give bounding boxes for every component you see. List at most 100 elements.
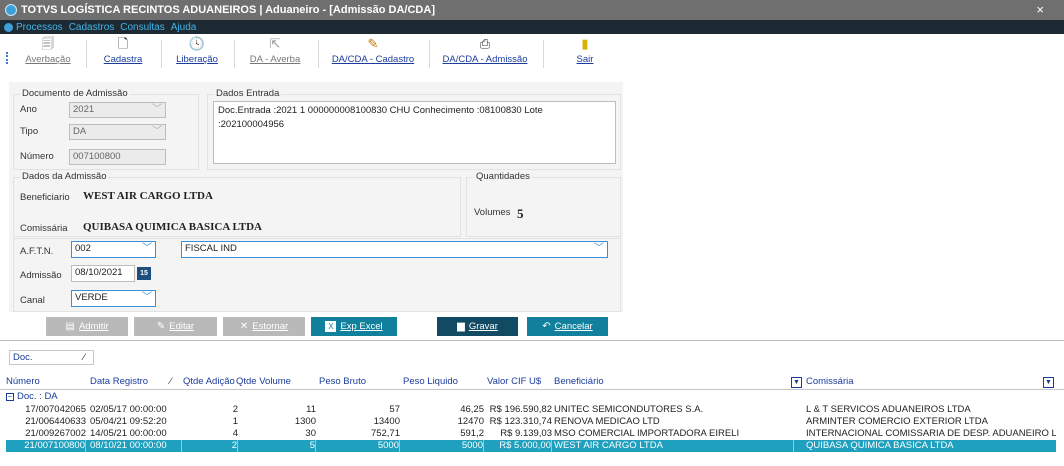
canal-select[interactable]: VERDE ﹀ xyxy=(71,290,156,307)
cell-qtde-adicao: 1 xyxy=(232,416,238,427)
cell-qtde-volume: 5 xyxy=(238,440,316,452)
cell-peso-bruto: 13400 xyxy=(373,416,400,427)
col-data-registro[interactable]: Data Registro xyxy=(90,376,148,389)
menu-ajuda[interactable]: Ajuda xyxy=(171,22,197,33)
tipo-select[interactable]: DA ﹀ xyxy=(69,124,166,140)
numero-field[interactable]: 007100800 xyxy=(69,149,166,165)
beneficiario-label: Beneficiario xyxy=(20,192,70,203)
cancelar-button[interactable]: ↶ Cancelar xyxy=(527,317,608,336)
gravar-button[interactable]: ▆ Gravar xyxy=(437,317,518,336)
averbacao-button[interactable]: 🗐 Averbação xyxy=(24,36,72,72)
dados-entrada-text: Doc.Entrada :2021 1 000000008100830 CHU … xyxy=(213,101,616,164)
admissao-label: Admissão xyxy=(20,270,62,281)
close-icon[interactable]: × xyxy=(1036,2,1044,17)
volumes-value: 5 xyxy=(517,206,524,221)
col-peso-bruto[interactable]: Peso Bruto xyxy=(319,376,366,389)
cell-beneficiario: MSO COMERCIAL IMPORTADORA EIRELI xyxy=(554,428,740,439)
admissao-date-input[interactable]: 08/10/2021 xyxy=(71,265,135,282)
export-icon: ⇱ xyxy=(269,36,281,51)
globe-icon xyxy=(4,22,13,32)
cell-qtde-adicao: 2 xyxy=(182,440,238,452)
clock-icon: 🕓 xyxy=(188,36,206,51)
chevron-down-icon: ﹀ xyxy=(142,243,152,254)
filter-icon[interactable]: ▼ xyxy=(1043,377,1054,388)
exp-excel-button[interactable]: X Exp Excel xyxy=(311,317,397,336)
chevron-down-icon: ﹀ xyxy=(594,243,604,254)
cell-qtde-volume: 30 xyxy=(305,428,316,439)
excel-icon: X xyxy=(325,321,337,332)
col-beneficiario[interactable]: Beneficiário xyxy=(554,376,604,389)
cell-beneficiario: UNITEC SEMICONDUTORES S.A. xyxy=(554,404,704,415)
da-averba-button[interactable]: ⇱ DA - Averba xyxy=(246,36,304,72)
cell-valor-cif: R$ 123.310,74 xyxy=(489,416,552,427)
menu-cadastros[interactable]: Cadastros xyxy=(69,22,115,33)
cell-qtde-volume: 11 xyxy=(306,404,316,415)
cross-icon: ✕ xyxy=(239,321,249,332)
edit-doc-icon: ✎ xyxy=(367,36,379,51)
cell-valor-cif: R$ 9.139,03 xyxy=(500,428,552,439)
save-icon: ▆ xyxy=(457,321,465,332)
col-valor-cif[interactable]: Valor CIF U$ xyxy=(487,376,541,389)
menu-consultas[interactable]: Consultas xyxy=(120,22,164,33)
sair-button[interactable]: ▮ Sair xyxy=(570,36,600,72)
cell-peso-liquido: 5000 xyxy=(400,440,484,452)
cell-valor-cif: R$ 5.000,00 xyxy=(484,440,552,452)
cell-beneficiario: RENOVA MEDICAO LTD xyxy=(554,416,660,427)
cell-peso-liquido: 12470 xyxy=(457,416,484,427)
table-row[interactable]: 21/007100800 08/10/21 00:00:00 2 5 5000 5000 R… xyxy=(6,440,1056,452)
calendar-icon[interactable]: 15 xyxy=(137,267,151,280)
cell-qtde-volume: 1300 xyxy=(294,416,316,427)
admitir-button[interactable]: ▤ Admitir xyxy=(46,317,128,336)
cell-comissaria: QUIBASA QUIMICA BASICA LTDA xyxy=(806,440,954,451)
table-row[interactable]: 21/006440633 05/04/21 09:52:20 1 1300 13400 1… xyxy=(6,416,1056,428)
chevron-down-icon: ﹀ xyxy=(152,104,162,115)
cell-data-registro: 14/05/21 00:00:00 xyxy=(90,428,167,439)
menu-bar: Processos Cadastros Consultas Ajuda xyxy=(0,20,1064,34)
da-cda-cadastro-button[interactable]: ✎ DA/CDA - Cadastro xyxy=(330,36,416,72)
cell-numero: 21/007100800 xyxy=(6,440,86,452)
numero-label: Número xyxy=(20,151,54,162)
comissaria-value: QUIBASA QUIMICA BASICA LTDA xyxy=(83,221,263,233)
chevron-down-icon: ﹀ xyxy=(152,126,162,137)
admissao-legend: Dados da Admissão xyxy=(20,171,109,182)
toolbar: 🗐 Averbação 🗋 Cadastra 🕓 Liberação ⇱ DA … xyxy=(0,34,1064,74)
collapse-icon[interactable]: − xyxy=(6,393,14,401)
cell-qtde-adicao: 4 xyxy=(232,428,238,439)
cell-numero: 21/009267002 xyxy=(25,428,86,439)
dados-entrada-legend: Dados Entrada xyxy=(214,88,282,99)
cell-data-registro: 05/04/21 09:52:20 xyxy=(90,416,167,427)
cell-peso-liquido: 46,25 xyxy=(460,404,484,415)
volumes-label: Volumes xyxy=(474,207,511,218)
col-qtde-volume[interactable]: Qtde Volume xyxy=(236,376,291,389)
editar-button[interactable]: ✎ Editar xyxy=(134,317,217,336)
toolbar-grip[interactable] xyxy=(6,52,8,64)
tipo-label: Tipo xyxy=(20,126,39,137)
table-row[interactable]: 21/009267002 14/05/21 00:00:00 4 30 752,71 59… xyxy=(6,428,1056,440)
cell-qtde-adicao: 2 xyxy=(232,404,238,415)
cell-comissaria: INTERNACIONAL COMISSARIA DE DESP. ADUANE… xyxy=(806,428,1056,439)
col-peso-liquido[interactable]: Peso Liquido xyxy=(403,376,458,389)
col-comissaria[interactable]: Comissária xyxy=(806,376,854,389)
doc-icon: 🗐 xyxy=(41,36,55,51)
window-title-bar: TOTVS LOGÍSTICA RECINTOS ADUANEIROS | Ad… xyxy=(0,0,1064,20)
stamp-icon: ⎙ xyxy=(479,36,491,51)
liberacao-button[interactable]: 🕓 Liberação xyxy=(174,36,220,72)
group-row-da[interactable]: − Doc. : DA xyxy=(6,391,58,402)
da-cda-admissao-button[interactable]: ⎙ DA/CDA - Admissão xyxy=(442,36,528,72)
cell-peso-liquido: 591,2 xyxy=(460,428,484,439)
estornar-button[interactable]: ✕ Estornar xyxy=(223,317,305,336)
col-qtde-adicao[interactable]: Qtde Adição xyxy=(183,376,235,389)
cadastra-button[interactable]: 🗋 Cadastra xyxy=(100,36,146,72)
aftn-code-select[interactable]: 002 ﹀ xyxy=(71,241,156,258)
col-numero[interactable]: Número xyxy=(6,376,40,389)
filter-icon[interactable]: ▼ xyxy=(791,377,802,388)
aftn-name-select[interactable]: FISCAL IND ﹀ xyxy=(181,241,608,258)
ano-select[interactable]: 2021 ﹀ xyxy=(69,102,166,118)
menu-processos[interactable]: Processos xyxy=(16,22,63,33)
cell-comissaria: L & T SERVICOS ADUANEIROS LTDA xyxy=(806,404,971,415)
cell-numero: 17/007042065 xyxy=(25,404,86,415)
table-row[interactable]: 17/007042065 02/05/17 00:00:00 2 11 57 46,25 R… xyxy=(6,404,1056,416)
beneficiario-value: WEST AIR CARGO LTDA xyxy=(83,190,213,202)
aftn-label: A.F.T.N. xyxy=(20,246,54,257)
group-by-chip[interactable]: Doc. ⁄ xyxy=(9,350,94,365)
